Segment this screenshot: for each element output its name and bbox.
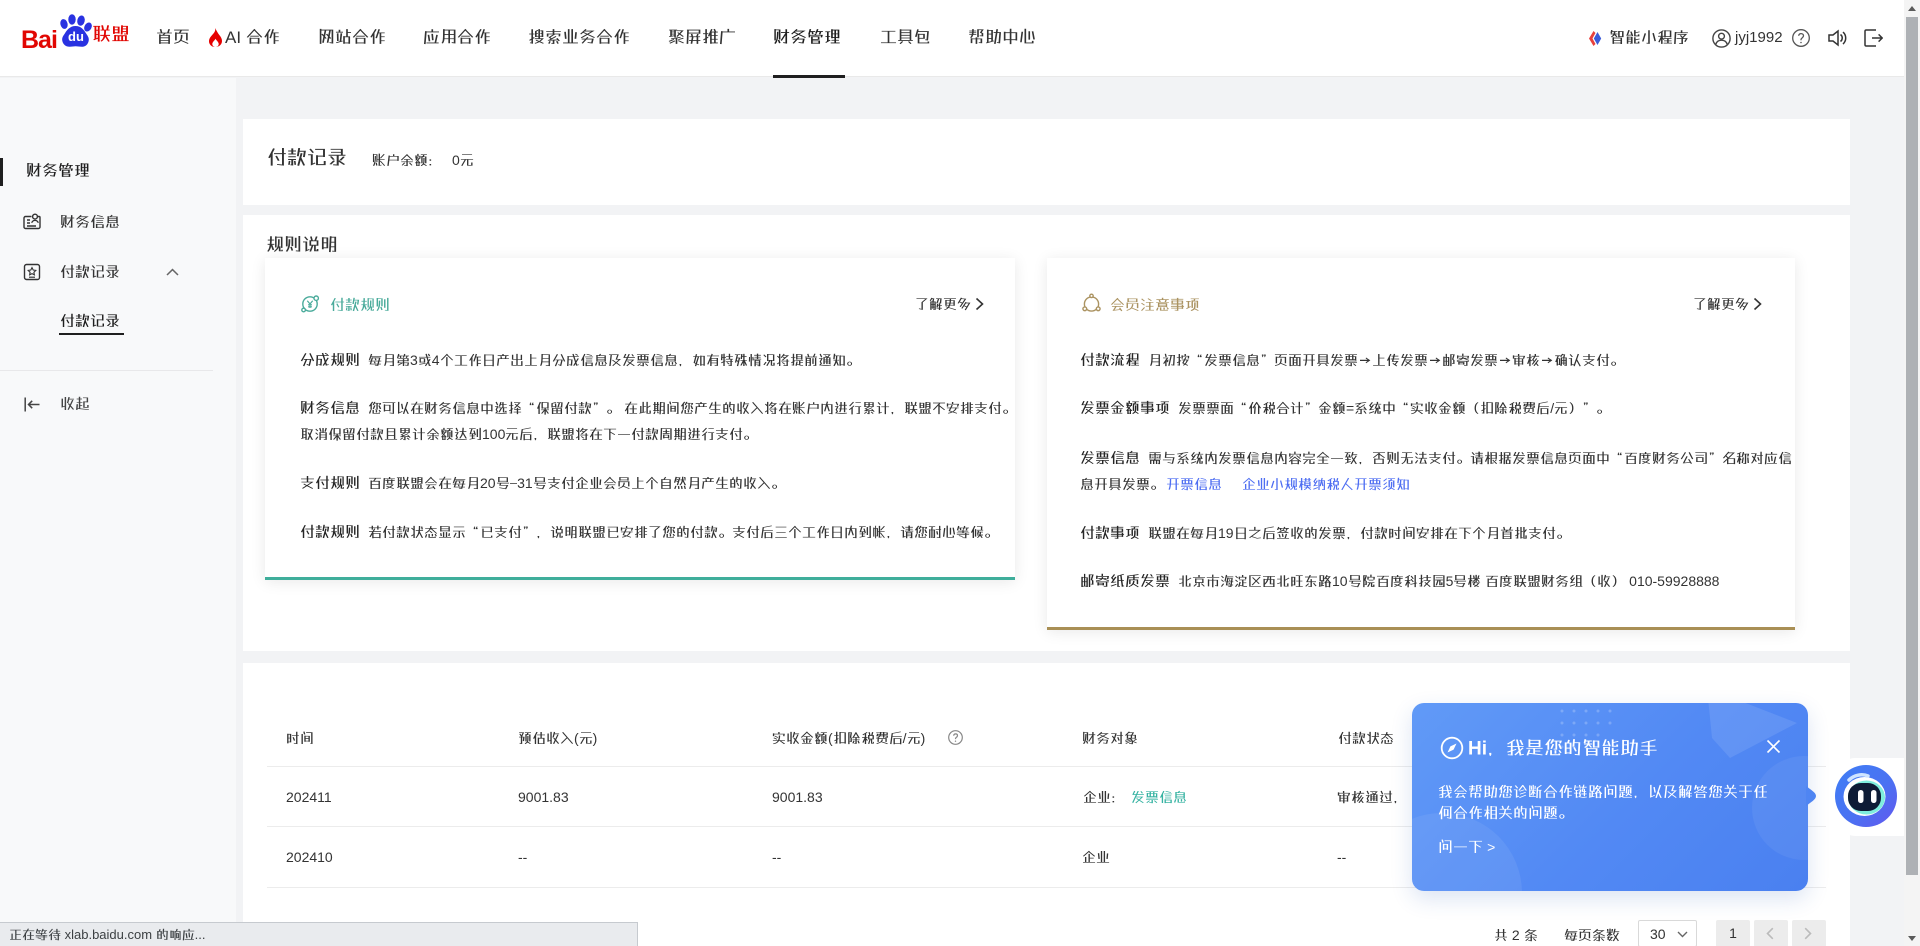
svg-text:du: du: [68, 29, 84, 44]
